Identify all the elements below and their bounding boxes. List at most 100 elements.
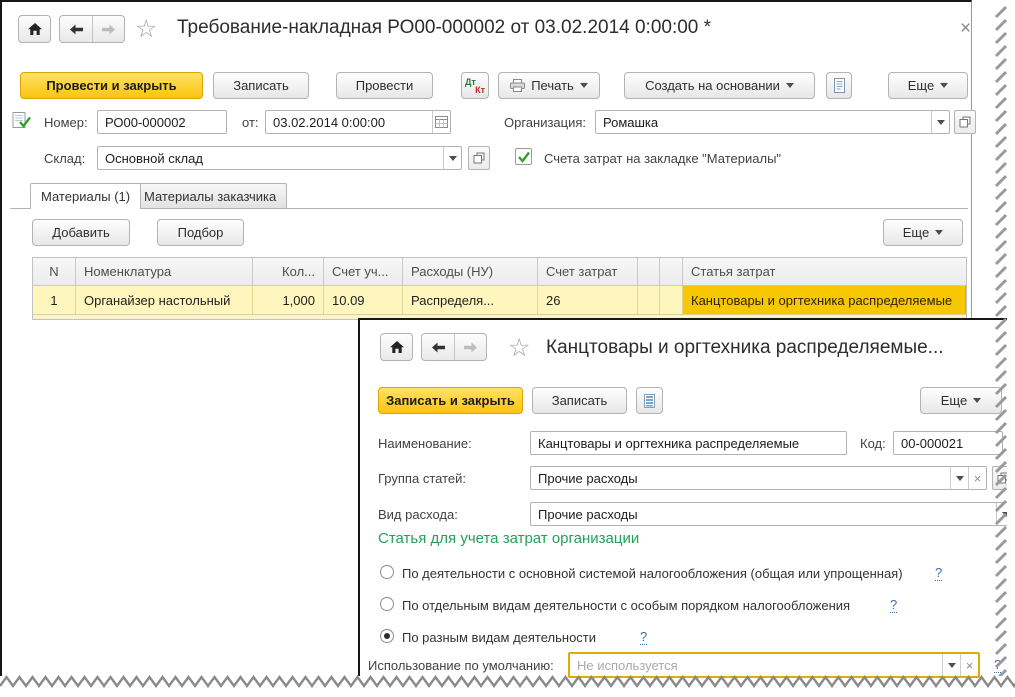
default-usage-placeholder: Не используется — [570, 654, 942, 676]
create-based-on-button[interactable]: Создать на основании — [624, 72, 815, 99]
help-link[interactable]: ? — [890, 598, 897, 613]
cell-cost-item-selected[interactable]: Канцтовары и оргтехника распределяемые — [683, 286, 966, 314]
radio-different-activities[interactable] — [380, 629, 394, 643]
print-label: Печать — [531, 78, 574, 93]
more-button[interactable]: Еще — [888, 72, 968, 99]
create-based-on-label: Создать на основании — [645, 78, 780, 93]
forward-button[interactable] — [454, 334, 486, 360]
radio-main-tax-system-label: По деятельности с основной системой нало… — [402, 566, 903, 581]
warehouse-open-button[interactable] — [468, 146, 490, 170]
favorite-star-icon[interactable]: ☆ — [508, 336, 530, 360]
name-input[interactable]: Канцтовары и оргтехника распределяемые — [530, 431, 847, 455]
more-dropdown-icon — [973, 398, 981, 403]
forward-arrow-icon — [463, 342, 478, 353]
dialog-title: Канцтовары и оргтехника распределяемые..… — [546, 337, 944, 359]
back-button[interactable] — [422, 334, 454, 360]
group-input[interactable]: Прочие расходы × — [530, 466, 987, 490]
cell-expenses-nu[interactable]: Распределя... — [403, 286, 538, 314]
tab-materials[interactable]: Материалы (1) — [30, 183, 141, 209]
cell-n[interactable]: 1 — [33, 286, 76, 314]
save-button[interactable]: Записать — [213, 72, 309, 99]
post-and-close-button[interactable]: Провести и закрыть — [20, 72, 203, 99]
col-header-cost-item[interactable]: Статья затрат — [683, 258, 966, 285]
number-input[interactable]: РО00-000002 — [97, 110, 227, 134]
col-header-expenses-nu[interactable]: Расходы (НУ) — [403, 258, 538, 285]
kind-label: Вид расхода: — [378, 507, 458, 522]
pick-label: Подбор — [178, 225, 224, 240]
cell-empty-2[interactable] — [660, 286, 683, 314]
add-row-button[interactable]: Добавить — [32, 219, 130, 246]
number-value: РО00-000002 — [98, 111, 226, 133]
chevron-down-icon — [948, 663, 956, 668]
forward-button[interactable] — [92, 16, 124, 42]
col-header-cost-account[interactable]: Счет затрат — [538, 258, 638, 285]
col-header-n[interactable]: N — [33, 258, 76, 285]
organization-dropdown-button[interactable] — [931, 111, 949, 133]
organization-label: Организация: — [504, 115, 586, 130]
related-documents-button[interactable] — [826, 72, 852, 99]
table-more-button[interactable]: Еще — [883, 219, 963, 246]
cost-item-window: ☆ Канцтовары и оргтехника распределяемые… — [358, 318, 1015, 676]
cell-nomenclature[interactable]: Органайзер настольный — [76, 286, 253, 314]
tab-customer-materials[interactable]: Материалы заказчика — [133, 183, 287, 208]
pick-button[interactable]: Подбор — [157, 219, 244, 246]
clear-icon: × — [974, 471, 982, 486]
col-header-nomenclature[interactable]: Номенклатура — [76, 258, 253, 285]
save-label: Записать — [552, 393, 608, 408]
dialog-more-label: Еще — [941, 393, 967, 408]
dt-kt-button[interactable]: Дт Кт — [461, 72, 489, 99]
materials-table: N Номенклатура Кол... Счет уч... Расходы… — [32, 257, 967, 320]
cell-account[interactable]: 10.09 — [324, 286, 403, 314]
back-arrow-icon — [431, 342, 446, 353]
col-header-account[interactable]: Счет уч... — [324, 258, 403, 285]
home-button[interactable] — [18, 15, 51, 43]
print-button[interactable]: Печать — [498, 72, 600, 99]
help-link[interactable]: ? — [640, 630, 647, 645]
cell-cost-account[interactable]: 26 — [538, 286, 638, 314]
cell-qty[interactable]: 1,000 — [253, 286, 324, 314]
col-header-empty-2[interactable] — [660, 258, 683, 285]
warehouse-label: Склад: — [44, 151, 85, 166]
save-button[interactable]: Записать — [532, 387, 627, 414]
organization-open-button[interactable] — [954, 110, 976, 134]
group-dropdown-button[interactable] — [950, 467, 968, 489]
warehouse-value: Основной склад — [98, 147, 443, 169]
favorite-star-icon[interactable]: ☆ — [135, 17, 157, 41]
tab-customer-materials-label: Материалы заказчика — [144, 189, 276, 204]
list-button[interactable] — [636, 387, 663, 414]
name-value: Канцтовары и оргтехника распределяемые — [531, 432, 846, 454]
date-value: 03.02.2014 0:00:00 — [266, 111, 432, 133]
cost-accounts-checkbox[interactable] — [515, 148, 532, 165]
cost-accounts-checkbox-label: Счета затрат на закладке "Материалы" — [544, 151, 781, 166]
warehouse-dropdown-button[interactable] — [443, 147, 461, 169]
section-title: Статья для учета затрат организации — [378, 530, 639, 547]
organization-value: Ромашка — [596, 111, 931, 133]
radio-special-tax-order-label: По отдельным видам деятельности с особым… — [402, 598, 850, 613]
radio-special-tax-order[interactable] — [380, 597, 394, 611]
close-icon[interactable]: × — [960, 21, 971, 37]
date-input[interactable]: 03.02.2014 0:00:00 — [265, 110, 451, 134]
organization-input[interactable]: Ромашка — [595, 110, 950, 134]
radio-main-tax-system[interactable] — [380, 565, 394, 579]
default-usage-clear-button[interactable]: × — [960, 654, 978, 676]
number-label: Номер: — [44, 115, 88, 130]
back-button[interactable] — [60, 16, 92, 42]
col-header-qty[interactable]: Кол... — [253, 258, 324, 285]
table-header-row: N Номенклатура Кол... Счет уч... Расходы… — [33, 258, 966, 286]
cell-empty-1[interactable] — [638, 286, 660, 314]
home-button[interactable] — [380, 333, 413, 361]
window-title: Требование-накладная РО00-000002 от 03.0… — [177, 17, 711, 39]
save-and-close-button[interactable]: Записать и закрыть — [378, 387, 523, 414]
name-label: Наименование: — [378, 436, 472, 451]
post-button[interactable]: Провести — [336, 72, 433, 99]
code-input[interactable]: 00-000021 — [893, 431, 1003, 455]
warehouse-input[interactable]: Основной склад — [97, 146, 462, 170]
group-clear-button[interactable]: × — [968, 467, 986, 489]
table-row[interactable]: 1 Органайзер настольный 1,000 10.09 Расп… — [33, 286, 966, 314]
kind-input[interactable]: Прочие расходы — [530, 502, 1015, 526]
col-header-empty-1[interactable] — [638, 258, 660, 285]
help-link[interactable]: ? — [935, 566, 942, 581]
default-usage-dropdown-button[interactable] — [942, 654, 960, 676]
calendar-button[interactable] — [432, 111, 450, 133]
chevron-down-icon — [937, 120, 945, 125]
